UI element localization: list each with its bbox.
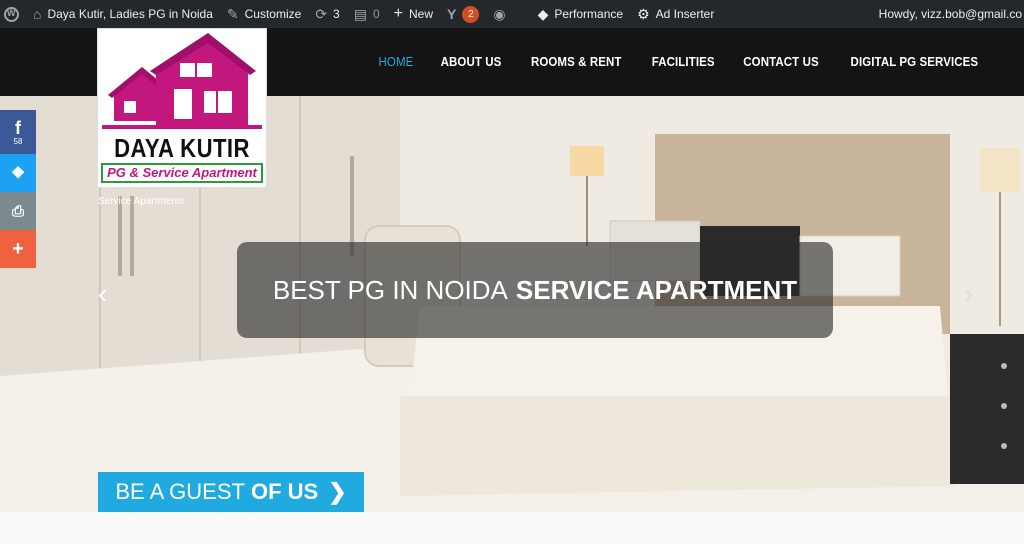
performance-icon: ◆: [537, 6, 549, 22]
slider-prev-icon[interactable]: ‹: [98, 280, 118, 310]
print-icon: ⎙: [11, 202, 24, 220]
customize-label: Customize: [244, 7, 302, 21]
nav-item-contact-us[interactable]: CONTACT US: [744, 55, 819, 69]
comments-count: 0: [372, 7, 380, 21]
nav-item-digital-pg-services[interactable]: DIGITAL PG SERVICES: [851, 55, 979, 69]
plus-icon: +: [393, 5, 403, 22]
updates-count: 3: [333, 7, 340, 21]
facebook-share-count: 58: [13, 136, 23, 146]
comments-link[interactable]: ▤ 0: [347, 0, 387, 28]
print-button[interactable]: ⎙: [0, 192, 36, 230]
cache-menu[interactable]: ◉: [486, 0, 518, 28]
facebook-icon: f: [15, 117, 21, 138]
yoast-menu[interactable]: Y 2: [440, 0, 486, 28]
new-label: New: [409, 7, 434, 21]
facebook-share-button[interactable]: f 58: [0, 110, 36, 154]
home-icon: ⌂: [33, 6, 42, 22]
page: { "admin_bar": { "site_name": "Daya Kuti…: [0, 0, 1024, 544]
wordpress-logo-icon: [4, 6, 19, 22]
slide-caption: BEST PG IN NOIDA SERVICE APARTMENT: [237, 242, 833, 338]
logo-subtitle: PG & Service Apartment: [101, 163, 263, 183]
logo-title: DAYA KUTIR: [114, 133, 250, 163]
plus-icon: +: [12, 237, 24, 260]
cache-icon: ◉: [493, 6, 506, 22]
site-name: Daya Kutir, Ladies PG in Noida: [47, 7, 213, 21]
twitter-share-button[interactable]: ❖: [0, 154, 36, 192]
more-share-button[interactable]: +: [0, 230, 36, 268]
nav-item-about-us[interactable]: ABOUT US: [441, 55, 502, 69]
yoast-icon: Y: [447, 6, 457, 22]
refresh-icon: ⟳: [315, 6, 328, 22]
admin-bar: ⌂ Daya Kutir, Ladies PG in Noida ✎ Custo…: [0, 0, 1024, 28]
house-logo-icon: [102, 33, 262, 129]
slider-next-icon[interactable]: ›: [964, 280, 984, 310]
howdy-label: Howdy, vizz.bob@gmail.co: [878, 7, 1022, 21]
nav-item-home[interactable]: HOME: [379, 55, 414, 69]
nav-item-facilities[interactable]: FACILITIES: [652, 55, 715, 69]
wordpress-menu[interactable]: [0, 0, 26, 28]
ad-inserter-label: Ad Inserter: [655, 7, 715, 21]
paintbrush-icon: ✎: [226, 6, 239, 22]
performance-menu[interactable]: ◆ Performance: [531, 0, 630, 28]
performance-label: Performance: [554, 7, 624, 21]
main-nav: HOME ABOUT US ROOMS & RENT FACILITIES CO…: [354, 28, 984, 96]
customize-link[interactable]: ✎ Customize: [220, 0, 308, 28]
yoast-badge: 2: [462, 5, 480, 23]
caption-light-text: BEST PG IN NOIDA: [272, 274, 508, 305]
ad-inserter-menu[interactable]: ⚙ Ad Inserter: [630, 0, 721, 28]
twitter-icon: ❖: [10, 165, 26, 182]
caption-bold-text: SERVICE APARTMENT: [515, 274, 798, 305]
gear-icon: ⚙: [637, 6, 650, 22]
site-name-menu[interactable]: ⌂ Daya Kutir, Ladies PG in Noida: [26, 0, 220, 28]
account-menu[interactable]: Howdy, vizz.bob@gmail.co: [872, 0, 1024, 28]
comment-icon: ▤: [353, 6, 367, 22]
updates-link[interactable]: ⟳ 3: [308, 0, 346, 28]
cta-light-text: BE A GUEST: [115, 479, 245, 504]
site-logo[interactable]: DAYA KUTIR PG & Service Apartment: [97, 28, 267, 188]
nav-item-rooms-rent[interactable]: ROOMS & RENT: [531, 55, 622, 69]
chevron-right-icon: ❯: [328, 479, 347, 504]
new-content-menu[interactable]: + New: [387, 0, 440, 28]
cta-bold-text: OF US: [250, 479, 319, 504]
page-bottom-strip: [0, 512, 1024, 544]
be-a-guest-button[interactable]: BE A GUEST OF US ❯: [98, 472, 364, 512]
site-tagline: Service Apartments: [98, 196, 185, 207]
